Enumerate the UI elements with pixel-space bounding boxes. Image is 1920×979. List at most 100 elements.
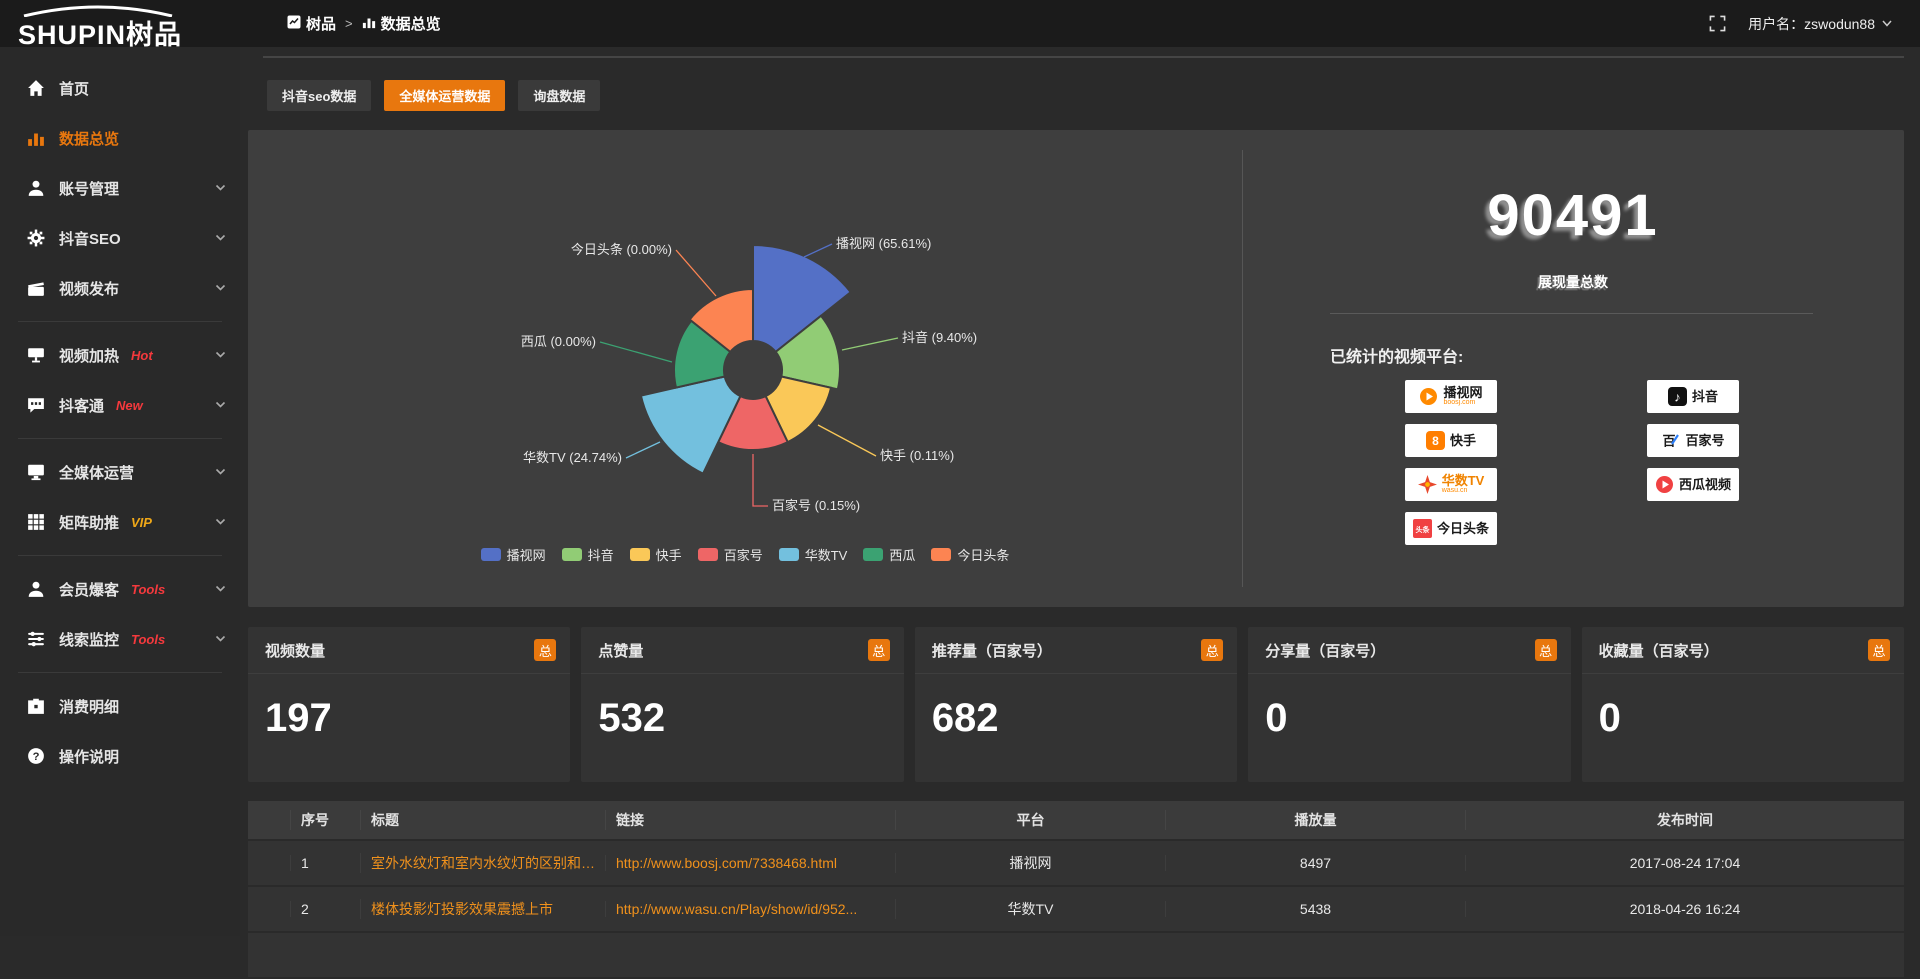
cell-index: 2 bbox=[290, 901, 360, 917]
sidebar-item-label: 消费明细 bbox=[59, 696, 119, 717]
platform-badge-华数TV: 华数TVwasu.cn bbox=[1405, 468, 1497, 501]
platform-badge-快手: 8快手 bbox=[1405, 424, 1497, 457]
chevron-down-icon bbox=[1882, 20, 1892, 27]
sidebar-item-badge: Tools bbox=[131, 582, 165, 597]
sidebar-item-全媒体运营[interactable]: 全媒体运营 bbox=[0, 447, 240, 497]
legend-label: 华数TV bbox=[805, 545, 848, 564]
platform-name: 今日头条 bbox=[1437, 522, 1489, 535]
cell-url-link[interactable]: http://www.wasu.cn/Play/show/id/952... bbox=[605, 901, 895, 917]
legend-label: 快手 bbox=[656, 545, 682, 564]
total-badge: 总 bbox=[868, 639, 890, 661]
sidebar-item-badge: VIP bbox=[131, 515, 152, 530]
sidebar-item-视频加热[interactable]: 视频加热Hot bbox=[0, 330, 240, 380]
breadcrumb-item-home[interactable]: 树品 bbox=[287, 13, 336, 34]
content-top-divider bbox=[263, 56, 1904, 58]
cell-platform: 播视网 bbox=[895, 853, 1165, 873]
pie-label: 快手 (0.11%) bbox=[880, 448, 954, 463]
sidebar-item-数据总览[interactable]: 数据总览 bbox=[0, 113, 240, 163]
sidebar-item-label: 会员爆客 bbox=[59, 579, 119, 600]
sidebar-item-badge: New bbox=[116, 398, 143, 413]
cell-title-link[interactable]: 楼体投影灯投影效果震撼上市 bbox=[360, 899, 605, 919]
legend-item-西瓜[interactable]: 西瓜 bbox=[863, 545, 915, 564]
videos-table: 序号标题链接平台播放量发布时间1室外水纹灯和室内水纹灯的区别和简介http://… bbox=[248, 801, 1904, 979]
pie-label-line bbox=[600, 342, 672, 362]
pie-label: 百家号 (0.15%) bbox=[772, 498, 860, 513]
legend-label: 百家号 bbox=[724, 545, 763, 564]
tab-全媒体运营数据[interactable]: 全媒体运营数据 bbox=[384, 80, 505, 111]
tab-抖音seo数据[interactable]: 抖音seo数据 bbox=[267, 80, 371, 111]
douyin-logo: ♪ bbox=[1668, 387, 1687, 406]
sidebar-item-label: 账号管理 bbox=[59, 178, 119, 199]
platform-name: 抖音 bbox=[1692, 390, 1718, 403]
svg-text:?: ? bbox=[33, 751, 40, 763]
user-menu[interactable]: 用户名：zswodun88 bbox=[1748, 14, 1892, 34]
legend-item-快手[interactable]: 快手 bbox=[630, 545, 682, 564]
legend-item-百家号[interactable]: 百家号 bbox=[698, 545, 763, 564]
bar-chart-icon bbox=[27, 129, 45, 147]
legend-chip bbox=[863, 548, 883, 561]
stat-card-title: 视频数量 bbox=[265, 640, 325, 661]
chevron-down-icon bbox=[215, 635, 226, 643]
legend-chip bbox=[779, 548, 799, 561]
sidebar-item-消费明细[interactable]: 消费明细 bbox=[0, 681, 240, 731]
platforms-title: 已统计的视频平台: bbox=[1330, 343, 1463, 367]
tab-询盘数据[interactable]: 询盘数据 bbox=[518, 80, 600, 111]
platform-name: 西瓜视频 bbox=[1679, 478, 1731, 491]
pie-label-line bbox=[842, 338, 898, 350]
chevron-down-icon bbox=[215, 184, 226, 192]
platform-name: 华数TV bbox=[1442, 474, 1485, 487]
stat-card-视频数量: 视频数量总197 bbox=[248, 627, 570, 782]
legend-item-今日头条[interactable]: 今日头条 bbox=[931, 545, 1009, 564]
stat-card-分享量（百家号）: 分享量（百家号）总0 bbox=[1248, 627, 1570, 782]
cell-url-link[interactable]: http://www.boosj.com/7338468.html bbox=[605, 855, 895, 871]
xigua-logo bbox=[1655, 475, 1674, 494]
sidebar-item-视频发布[interactable]: 视频发布 bbox=[0, 263, 240, 313]
breadcrumb-label: 树品 bbox=[306, 13, 336, 34]
sidebar-item-首页[interactable]: 首页 bbox=[0, 63, 240, 113]
sidebar-item-操作说明[interactable]: ?操作说明 bbox=[0, 731, 240, 781]
pie-slice-华数TV[interactable] bbox=[641, 377, 741, 474]
sidebar-item-抖客通[interactable]: 抖客通New bbox=[0, 380, 240, 430]
platform-name: 百家号 bbox=[1685, 434, 1724, 447]
sidebar-item-label: 全媒体运营 bbox=[59, 462, 134, 483]
legend-item-抖音[interactable]: 抖音 bbox=[562, 545, 614, 564]
sidebar-item-账号管理[interactable]: 账号管理 bbox=[0, 163, 240, 213]
legend-item-华数TV[interactable]: 华数TV bbox=[779, 545, 848, 564]
home-icon bbox=[27, 79, 45, 97]
baijiahao-logo: 百 bbox=[1661, 431, 1680, 450]
legend-label: 今日头条 bbox=[957, 545, 1009, 564]
pie-label: 华数TV (24.74%) bbox=[523, 450, 622, 465]
col-header-views: 播放量 bbox=[1165, 810, 1465, 830]
total-impressions-value: 90491 bbox=[1242, 182, 1904, 249]
fullscreen-icon[interactable] bbox=[1709, 15, 1726, 32]
chevron-down-icon bbox=[215, 234, 226, 242]
report-icon bbox=[287, 15, 301, 33]
cell-time: 2017-08-24 17:04 bbox=[1465, 855, 1904, 871]
overview-panel: 播视网 (65.61%)抖音 (9.40%)快手 (0.11%)百家号 (0.1… bbox=[248, 130, 1904, 607]
gear-icon bbox=[27, 229, 45, 247]
wasu-logo bbox=[1418, 475, 1437, 494]
cell-views: 8497 bbox=[1165, 855, 1465, 871]
rose-pie-chart: 播视网 (65.61%)抖音 (9.40%)快手 (0.11%)百家号 (0.1… bbox=[248, 130, 1242, 607]
legend-chip bbox=[931, 548, 951, 561]
legend-item-播视网[interactable]: 播视网 bbox=[481, 545, 546, 564]
breadcrumb-item-current[interactable]: 数据总览 bbox=[362, 13, 441, 34]
sidebar-item-抖音SEO[interactable]: 抖音SEO bbox=[0, 213, 240, 263]
svg-text:♪: ♪ bbox=[1674, 390, 1681, 405]
sidebar: 首页数据总览账号管理抖音SEO视频发布视频加热Hot抖客通New 全媒体运营矩阵助… bbox=[0, 47, 240, 936]
sidebar-item-会员爆客[interactable]: 会员爆客 Tools bbox=[0, 564, 240, 614]
platform-badge-播视网: 播视网boosj.com bbox=[1405, 380, 1497, 413]
stat-card-推荐量（百家号）: 推荐量（百家号）总682 bbox=[915, 627, 1237, 782]
cell-index: 1 bbox=[290, 855, 360, 871]
sidebar-item-矩阵助推[interactable]: 矩阵助推VIP bbox=[0, 497, 240, 547]
sidebar-item-线索监控[interactable]: 线索监控Tools bbox=[0, 614, 240, 664]
cell-platform: 华数TV bbox=[895, 899, 1165, 919]
breadcrumb: 树品 > 数据总览 bbox=[287, 0, 441, 47]
platform-badge-今日头条: 头条今日头条 bbox=[1405, 512, 1497, 545]
svg-text:8: 8 bbox=[1432, 434, 1439, 448]
total-badge: 总 bbox=[1868, 639, 1890, 661]
clapper-icon bbox=[27, 279, 45, 297]
sidebar-item-badge: Tools bbox=[131, 632, 165, 647]
cell-title-link[interactable]: 室外水纹灯和室内水纹灯的区别和简介 bbox=[360, 853, 605, 873]
sidebar-divider bbox=[18, 321, 222, 322]
